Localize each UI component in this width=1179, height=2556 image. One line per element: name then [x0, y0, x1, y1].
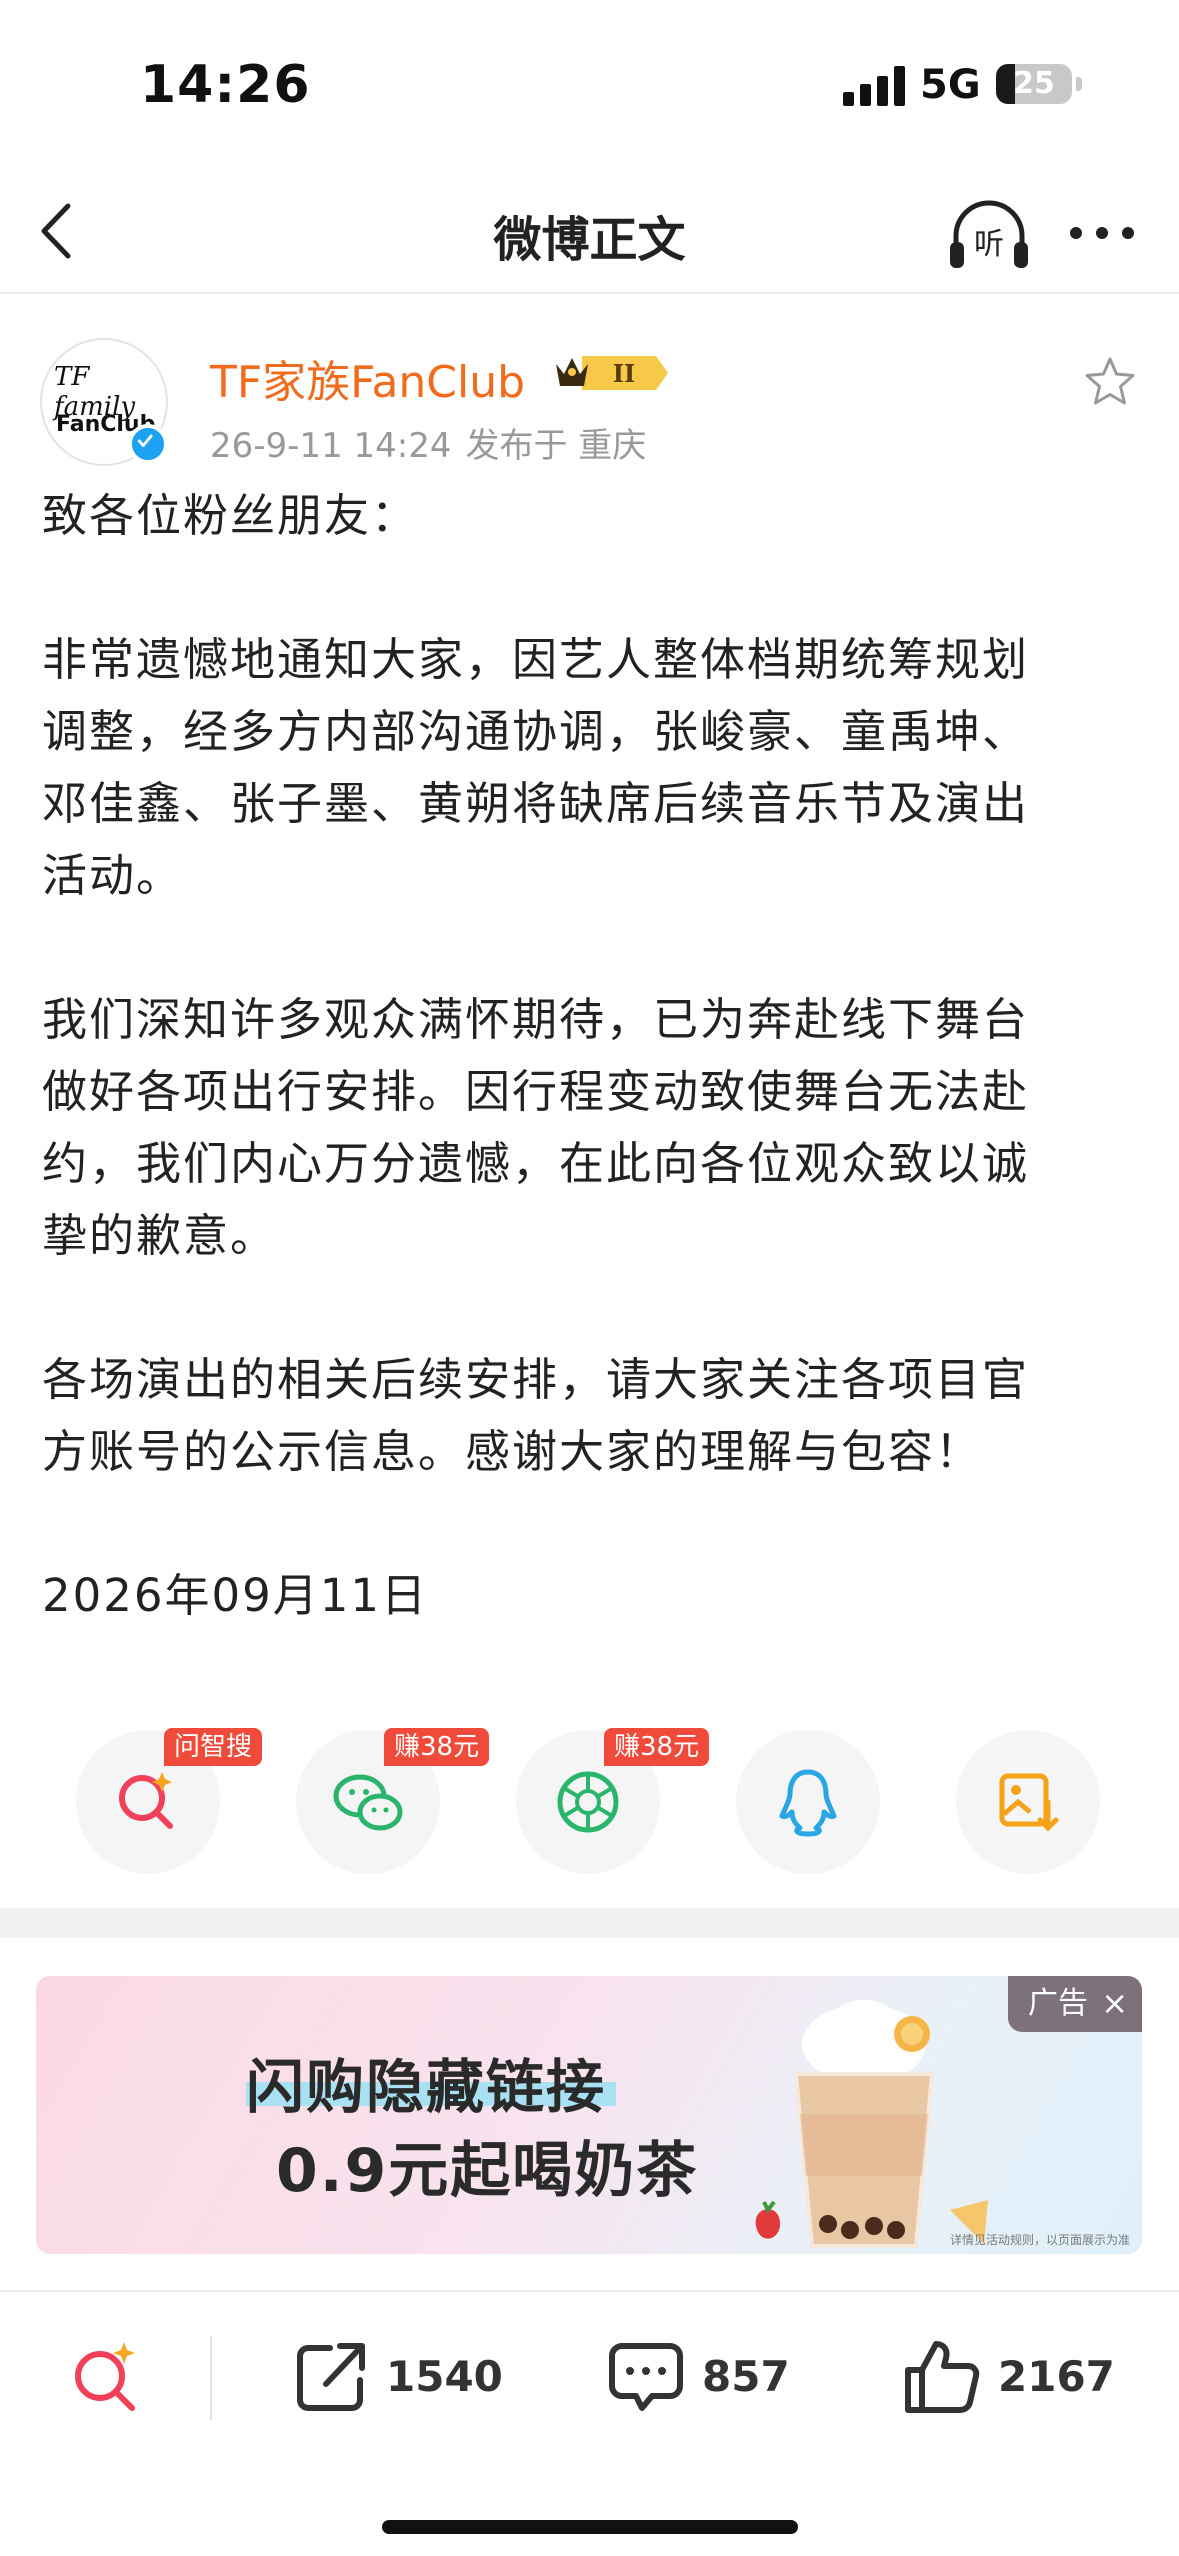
post-text-line: 调整，经多方内部沟通协调，张峻豪、童禹坤、 — [42, 705, 1030, 758]
post-greeting: 致各位粉丝朋友： — [42, 489, 419, 542]
share-wechat-button[interactable]: 赚38元 — [296, 1728, 490, 1874]
section-divider — [0, 1908, 1179, 1938]
post-meta: 26-9-11 14:24 发布于 重庆 — [210, 418, 660, 467]
svg-text:II: II — [613, 359, 635, 388]
post-text-line: 邓佳鑫、张子墨、黄朔将缺席后续音乐节及演出 — [42, 777, 1030, 830]
save-image-button[interactable] — [956, 1730, 1100, 1874]
ai-search-icon[interactable] — [68, 2336, 144, 2416]
wechat-icon — [333, 1774, 403, 1831]
share-tag-wechat: 赚38元 — [384, 1728, 490, 1766]
share-tag-moments: 赚38元 — [604, 1728, 710, 1766]
status-bar: 14:26 5G 25 — [0, 0, 1179, 170]
post-text-line: 方账号的公示信息。感谢大家的理解与包容！ — [42, 1425, 983, 1478]
ad-subheadline: 0.9元起喝奶茶 — [276, 2136, 699, 2206]
signal-icon — [843, 66, 905, 106]
home-indicator — [382, 2520, 798, 2534]
comment-button[interactable]: 857 — [606, 2332, 806, 2422]
post-location: 发布于 重庆 — [465, 426, 647, 466]
share-qq-button[interactable] — [736, 1730, 880, 1874]
post-text-line: 各场演出的相关后续安排，请大家关注各项目官 — [42, 1353, 1030, 1406]
post-text-line: 非常遗憾地通知大家，因艺人整体档期统筹规划 — [42, 633, 1030, 686]
share-row: 问智搜 赚38元 赚38元 — [0, 1728, 1179, 1880]
ai-search-icon — [119, 1772, 173, 1829]
post-text-line: 我们深知许多观众满怀期待，已为奔赴线下舞台 — [42, 993, 1030, 1046]
share-ai-search-button[interactable]: 问智搜 — [76, 1728, 263, 1874]
like-count: 2167 — [998, 2352, 1115, 2401]
post-text-line: 活动。 — [42, 849, 184, 902]
post-date: 26-9-11 14:24 — [210, 426, 452, 466]
ad-close-button[interactable]: × — [1101, 1984, 1128, 2022]
milk-tea-illustration — [755, 2000, 988, 2248]
ad-headline: 闪购隐藏链接 — [246, 2053, 607, 2121]
repost-button[interactable]: 1540 — [290, 2332, 510, 2422]
ad-label-text: 广告 — [1028, 1986, 1088, 2021]
bottom-action-bar: 1540 857 2167 — [0, 2290, 1179, 2460]
post-body: 致各位粉丝朋友： 非常遗憾地通知大家，因艺人整体档期统筹规划 调整，经多方内部沟… — [42, 480, 1142, 1632]
favorite-star-icon[interactable] — [1082, 354, 1138, 410]
ad-fine-print: 详情见活动规则，以页面展示为准 — [949, 2233, 1130, 2247]
comment-count: 857 — [702, 2352, 790, 2401]
battery-icon: 25 — [996, 64, 1072, 104]
bottom-bar-divider — [210, 2336, 212, 2420]
nav-bar: 微博正文 听 — [0, 170, 1179, 294]
network-type: 5G — [920, 62, 981, 108]
ad-banner[interactable]: 闪购隐藏链接 0.9元起喝奶茶 广告 × 详情见活动规则，以页面展示为准 — [36, 1976, 1142, 2254]
battery-level: 25 — [1013, 66, 1055, 101]
status-time: 14:26 — [140, 55, 311, 115]
author-name[interactable]: TF家族FanClub — [210, 346, 525, 410]
comment-icon — [609, 2343, 683, 2411]
post-text-line: 挚的歉意。 — [42, 1209, 278, 1262]
post-text-line: 做好各项出行安排。因行程变动致使舞台无法赴 — [42, 1065, 1030, 1118]
repost-count: 1540 — [386, 2352, 503, 2401]
battery-nub — [1076, 77, 1082, 91]
post-text-line: 约，我们内心万分遗憾，在此向各位观众致以诚 — [42, 1137, 1030, 1190]
more-options-icon[interactable] — [1066, 208, 1138, 258]
headphones-icon: 听 — [950, 200, 1028, 268]
thumbs-up-icon — [905, 2341, 980, 2413]
share-moments-button[interactable]: 赚38元 — [516, 1728, 710, 1874]
listen-button[interactable]: 听 — [946, 192, 1032, 278]
verified-badge-icon — [128, 424, 168, 464]
vip-crown-badge-icon: II — [556, 356, 668, 390]
wechat-moments-icon — [557, 1771, 619, 1833]
repost-icon — [297, 2343, 365, 2411]
post-signature-date: 2026年09月11日 — [42, 1569, 429, 1622]
like-button[interactable]: 2167 — [902, 2332, 1122, 2422]
listen-label: 听 — [974, 227, 1004, 262]
share-tag-ai-search: 问智搜 — [164, 1728, 263, 1766]
qq-icon — [779, 1769, 837, 1837]
save-image-icon — [999, 1773, 1059, 1832]
